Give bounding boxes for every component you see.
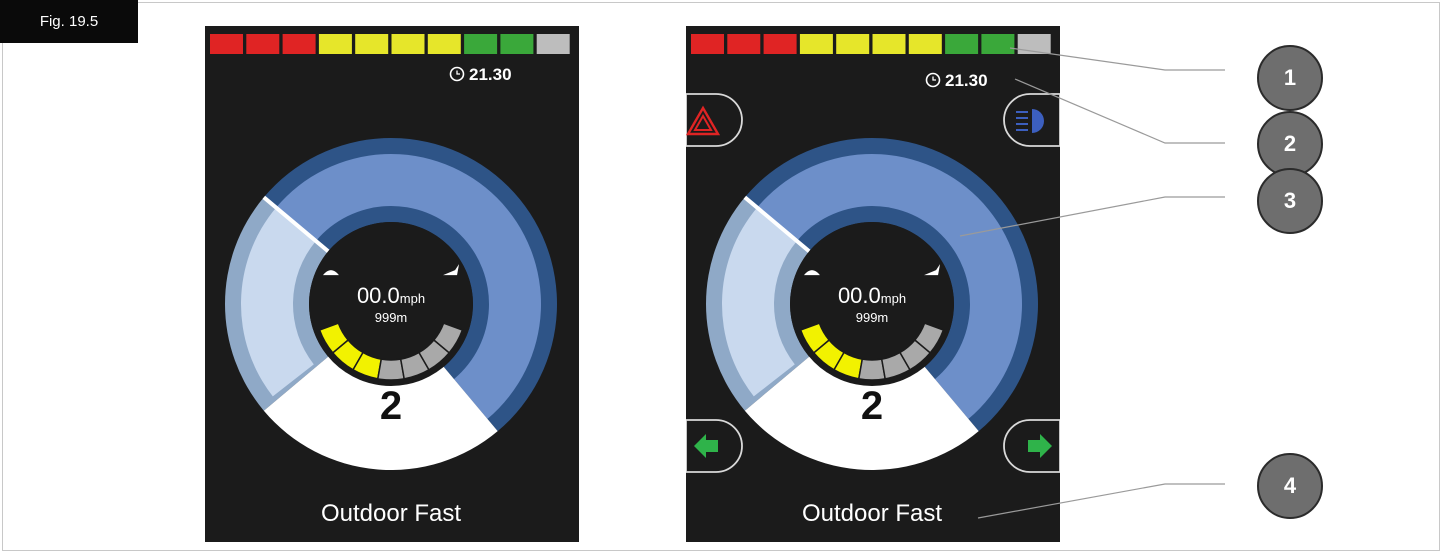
callout-4: 4 — [1257, 453, 1323, 519]
leader-line-2 — [1014, 78, 1225, 144]
callout-leader-lines — [959, 47, 1225, 519]
leader-line-4 — [977, 483, 1225, 519]
leader-line-3 — [959, 196, 1225, 237]
callout-1: 1 — [1257, 45, 1323, 111]
callout-3: 3 — [1257, 168, 1323, 234]
leader-line-1 — [1009, 47, 1225, 71]
